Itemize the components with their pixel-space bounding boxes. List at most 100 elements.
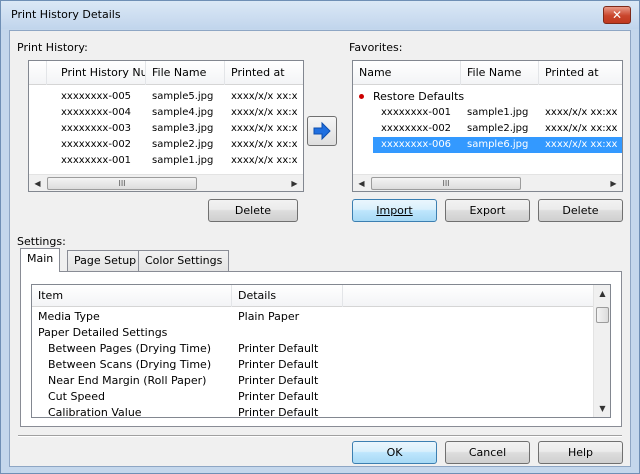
setting-item: Near End Margin (Roll Paper) bbox=[48, 374, 207, 387]
history-printed-at: xxxx/x/x xx:x bbox=[231, 107, 298, 118]
list-item[interactable]: xxxxxxxx-001 sample1.jpg xxxx/x/x xx:x bbox=[29, 153, 303, 169]
setting-item: Cut Speed bbox=[48, 390, 105, 403]
column-header-item[interactable]: Item bbox=[32, 285, 232, 307]
history-printed-at: xxxx/x/x xx:x bbox=[231, 91, 298, 102]
column-header-details[interactable]: Details bbox=[232, 285, 343, 307]
scroll-thumb[interactable]: III bbox=[47, 177, 197, 190]
history-printed-at: xxxx/x/x xx:x bbox=[231, 123, 298, 134]
scroll-up-icon[interactable]: ▲ bbox=[594, 285, 610, 302]
scroll-thumb[interactable]: III bbox=[371, 177, 521, 190]
setting-details: Printer Default bbox=[238, 342, 319, 355]
list-item[interactable]: xxxxxxxx-002 sample2.jpg xxxx/x/x xx:xx bbox=[353, 121, 622, 137]
history-file-name: sample1.jpg bbox=[152, 155, 214, 166]
list-item[interactable]: xxxxxxxx-002 sample2.jpg xxxx/x/x xx:x bbox=[29, 137, 303, 153]
table-row[interactable]: Between Pages (Drying Time) Printer Defa… bbox=[32, 341, 610, 357]
favorites-delete-button[interactable]: Delete bbox=[538, 199, 623, 222]
import-button[interactable]: Import bbox=[352, 199, 437, 222]
scroll-thumb[interactable] bbox=[596, 307, 609, 323]
print-history-label: Print History: bbox=[17, 41, 88, 54]
print-history-header-spacer bbox=[29, 61, 47, 85]
help-button[interactable]: Help bbox=[538, 441, 623, 464]
favorite-file-name: sample1.jpg bbox=[467, 107, 529, 118]
favorites-list[interactable]: Name File Name Printed at Restore Defaul… bbox=[352, 60, 623, 192]
scroll-right-icon[interactable]: ▶ bbox=[605, 175, 622, 191]
import-button-label: Import bbox=[376, 204, 413, 217]
favorite-file-name: sample2.jpg bbox=[467, 123, 529, 134]
print-history-list[interactable]: Print History Nu... File Name Printed at… bbox=[28, 60, 304, 192]
list-item[interactable]: xxxxxxxx-001 sample1.jpg xxxx/x/x xx:xx bbox=[353, 105, 622, 121]
favorite-file-name: sample6.jpg bbox=[467, 139, 529, 150]
setting-details: Plain Paper bbox=[238, 310, 300, 323]
favorites-label: Favorites: bbox=[349, 41, 403, 54]
tab-page-setup[interactable]: Page Setup bbox=[67, 250, 144, 272]
scroll-left-icon[interactable]: ◀ bbox=[29, 175, 46, 191]
print-history-hscrollbar[interactable]: ◀ III ▶ bbox=[29, 174, 303, 191]
history-file-name: sample3.jpg bbox=[152, 123, 214, 134]
tab-main[interactable]: Main bbox=[20, 248, 61, 272]
scroll-right-icon[interactable]: ▶ bbox=[286, 175, 303, 191]
column-header-file-name[interactable]: File Name bbox=[461, 61, 539, 85]
settings-header: Item Details bbox=[32, 285, 610, 307]
dialog-body: Print History: Print History Nu... File … bbox=[9, 30, 631, 467]
column-header-name[interactable]: Name bbox=[353, 61, 461, 85]
history-number: xxxxxxxx-005 bbox=[61, 91, 132, 102]
window-title: Print History Details bbox=[11, 8, 121, 21]
column-header-printed-at[interactable]: Printed at bbox=[225, 61, 303, 85]
history-number: xxxxxxxx-001 bbox=[61, 155, 132, 166]
setting-details: Printer Default bbox=[238, 390, 319, 403]
column-header-file-name[interactable]: File Name bbox=[146, 61, 225, 85]
setting-item: Between Pages (Drying Time) bbox=[48, 342, 211, 355]
settings-list[interactable]: Item Details Media Type Plain Paper Pape… bbox=[31, 284, 611, 418]
column-header-print-history-number[interactable]: Print History Nu... bbox=[47, 61, 146, 85]
favorite-name: xxxxxxxx-002 bbox=[381, 123, 452, 134]
export-button[interactable]: Export bbox=[445, 199, 530, 222]
table-row[interactable]: Calibration Value Printer Default bbox=[32, 405, 610, 418]
history-file-name: sample5.jpg bbox=[152, 91, 214, 102]
setting-item: Calibration Value bbox=[48, 406, 142, 418]
list-item[interactable]: xxxxxxxx-005 sample5.jpg xxxx/x/x xx:x bbox=[29, 89, 303, 105]
favorite-printed-at: xxxx/x/x xx:xx bbox=[545, 123, 618, 134]
history-delete-button[interactable]: Delete bbox=[208, 199, 298, 222]
list-item[interactable]: xxxxxxxx-004 sample4.jpg xxxx/x/x xx:x bbox=[29, 105, 303, 121]
list-item-restore-defaults[interactable]: Restore Defaults bbox=[353, 89, 622, 105]
history-number: xxxxxxxx-003 bbox=[61, 123, 132, 134]
table-row[interactable]: Near End Margin (Roll Paper) Printer Def… bbox=[32, 373, 610, 389]
add-to-favorites-button[interactable] bbox=[307, 116, 337, 146]
favorites-hscrollbar[interactable]: ◀ III ▶ bbox=[353, 174, 622, 191]
settings-label: Settings: bbox=[17, 235, 66, 248]
list-item[interactable]: xxxxxxxx-003 sample3.jpg xxxx/x/x xx:x bbox=[29, 121, 303, 137]
favorite-printed-at: xxxx/x/x xx:xx bbox=[545, 139, 618, 150]
settings-vscrollbar[interactable]: ▲ ▼ bbox=[593, 285, 610, 417]
setting-item: Between Scans (Drying Time) bbox=[48, 358, 212, 371]
table-row[interactable]: Media Type Plain Paper bbox=[32, 309, 610, 325]
setting-details: Printer Default bbox=[238, 358, 319, 371]
setting-details: Printer Default bbox=[238, 374, 319, 387]
column-header-printed-at[interactable]: Printed at bbox=[539, 61, 622, 85]
history-number: xxxxxxxx-002 bbox=[61, 139, 132, 150]
title-bar[interactable]: Print History Details ✕ bbox=[1, 1, 639, 29]
table-row[interactable]: Paper Detailed Settings bbox=[32, 325, 610, 341]
setting-details: Printer Default bbox=[238, 406, 319, 418]
dialog-window: Print History Details ✕ Print History: P… bbox=[0, 0, 640, 474]
footer-divider bbox=[18, 435, 622, 437]
setting-item: Paper Detailed Settings bbox=[38, 326, 168, 339]
favorites-header: Name File Name Printed at bbox=[353, 61, 622, 85]
close-icon: ✕ bbox=[611, 8, 623, 22]
setting-item: Media Type bbox=[38, 310, 100, 323]
table-row[interactable]: Cut Speed Printer Default bbox=[32, 389, 610, 405]
list-item-selected[interactable]: xxxxxxxx-006 sample6.jpg xxxx/x/x xx:xx bbox=[373, 137, 622, 153]
table-row[interactable]: Between Scans (Drying Time) Printer Defa… bbox=[32, 357, 610, 373]
favorite-name: xxxxxxxx-006 bbox=[381, 139, 452, 150]
restore-defaults-label: Restore Defaults bbox=[373, 90, 465, 103]
restore-bullet-icon bbox=[359, 94, 364, 99]
cancel-button[interactable]: Cancel bbox=[445, 441, 530, 464]
settings-tab-panel: Item Details Media Type Plain Paper Pape… bbox=[20, 271, 622, 427]
ok-button[interactable]: OK bbox=[352, 441, 437, 464]
close-button[interactable]: ✕ bbox=[603, 6, 631, 24]
scroll-left-icon[interactable]: ◀ bbox=[353, 175, 370, 191]
tab-color-settings[interactable]: Color Settings bbox=[138, 250, 230, 272]
scroll-down-icon[interactable]: ▼ bbox=[594, 400, 610, 417]
favorite-name: xxxxxxxx-001 bbox=[381, 107, 452, 118]
right-arrow-icon bbox=[313, 121, 331, 141]
history-printed-at: xxxx/x/x xx:x bbox=[231, 155, 298, 166]
